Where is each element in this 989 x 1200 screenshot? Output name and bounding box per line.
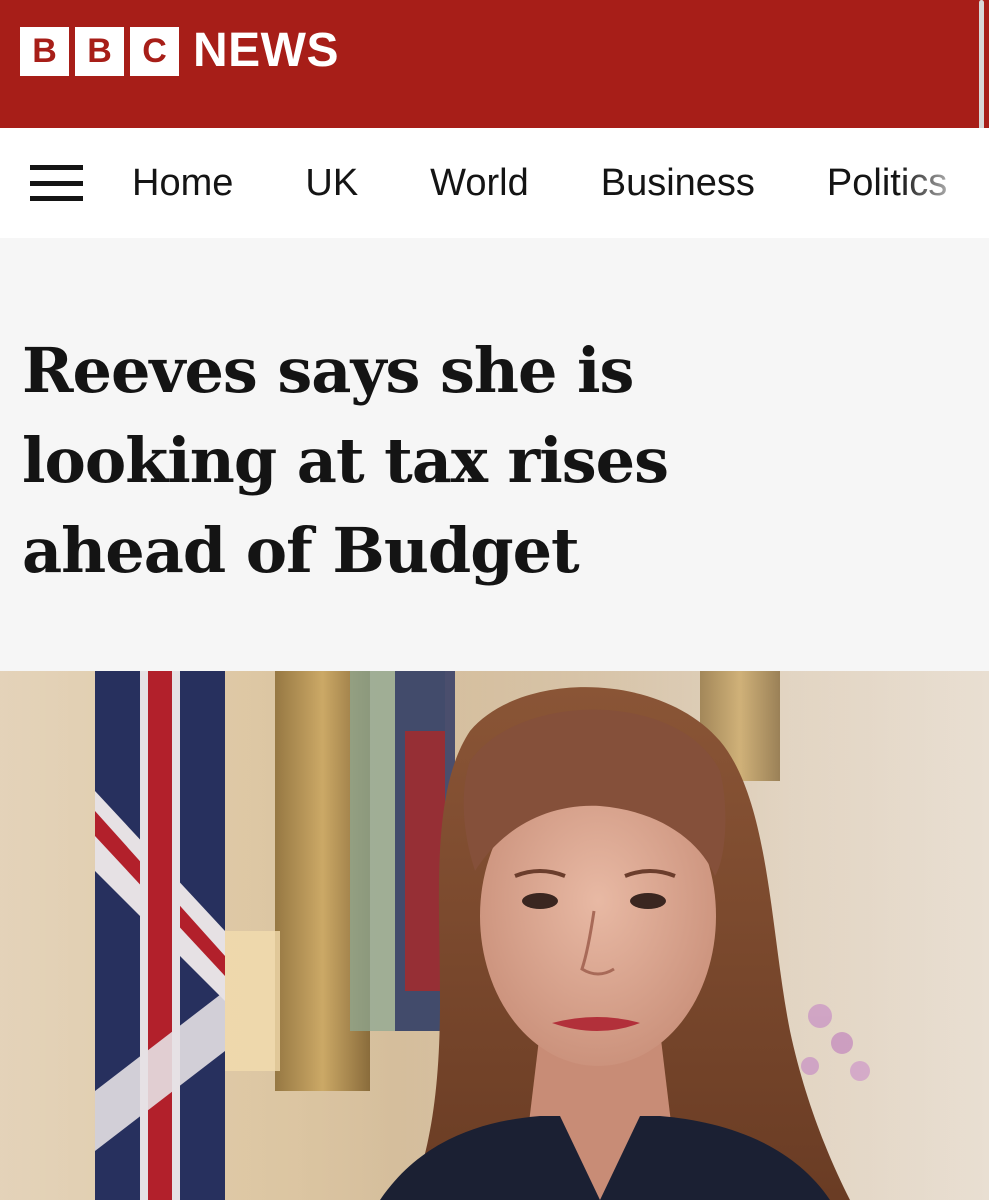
headline-line: looking at tax rises [22,424,669,497]
headline-line: Reeves says she is [22,334,634,407]
nav-item-home[interactable]: Home [132,158,233,208]
menu-icon-line [30,180,83,186]
bbc-blocks: B B C [20,26,179,76]
primary-navigation: Home UK World Business Politics [0,128,989,239]
nav-item-world[interactable]: World [430,158,529,208]
scrollbar[interactable] [979,0,984,138]
nav-overflow-fade [899,128,989,238]
bbc-block-c: C [130,26,179,76]
union-flag [95,671,225,1200]
lead-image-illustration [0,671,989,1200]
article-headline: Reeves says she is looking at tax rises … [22,326,922,596]
article-lead-image [0,671,989,1200]
masthead: B B C NEWS [0,0,989,138]
bbc-news-logo[interactable]: B B C NEWS [20,26,339,76]
nav-item-business[interactable]: Business [601,158,755,208]
bbc-block-b2: B [75,26,124,76]
bbc-news-article-page: B B C NEWS Home UK World Business Politi… [0,0,989,1200]
nav-item-uk[interactable]: UK [305,158,358,208]
menu-icon-line [30,196,83,201]
news-wordmark: NEWS [193,24,339,77]
headline-section: Reeves says she is looking at tax rises … [0,238,989,671]
bbc-block-b1: B [20,26,69,76]
hamburger-menu-icon[interactable] [30,165,83,201]
nav-items: Home UK World Business Politics [132,158,989,208]
headline-line: ahead of Budget [22,514,580,587]
menu-icon-line [30,165,83,170]
